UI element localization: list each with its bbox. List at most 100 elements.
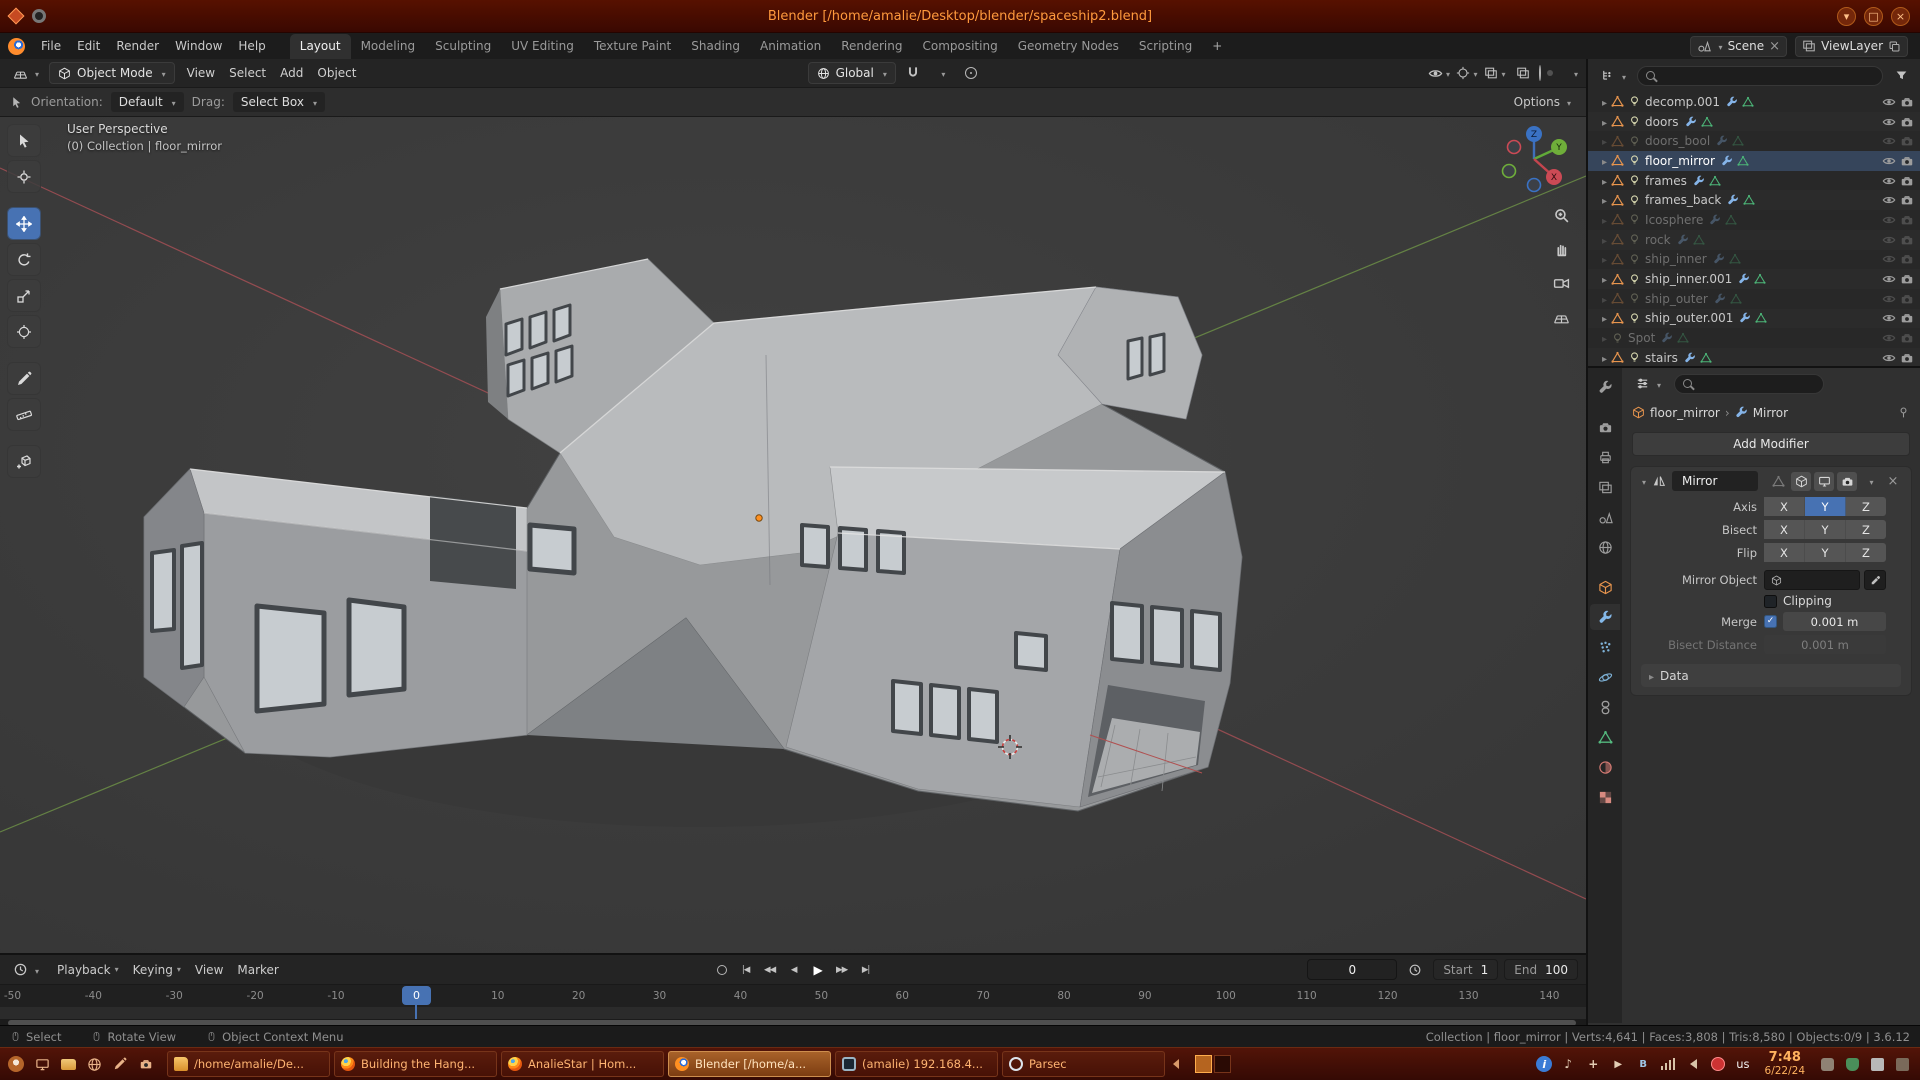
3d-viewport-canvas[interactable] [0, 117, 1586, 953]
object-name[interactable]: doors_bool [1645, 134, 1710, 148]
object-name[interactable]: Icosphere [1645, 213, 1703, 227]
properties-tab-output[interactable] [1590, 444, 1620, 470]
playhead-badge[interactable]: 0 [402, 986, 431, 1005]
transport-button[interactable]: ◀◀ [759, 960, 781, 980]
axis-toggle-button[interactable]: X [1764, 497, 1805, 516]
object-name[interactable]: decomp.001 [1645, 95, 1720, 109]
gizmo-negative-z-axis[interactable] [1528, 179, 1541, 192]
eyedropper-button[interactable] [1864, 570, 1886, 590]
workspace-tab[interactable]: Layout [290, 34, 351, 59]
taskbar-window-button[interactable]: (amalie) 192.168.4... [835, 1051, 998, 1077]
outliner-filter-button[interactable] [1889, 65, 1913, 87]
flip-toggle-button[interactable]: Y [1805, 543, 1846, 562]
music-tray-icon[interactable] [1559, 1055, 1577, 1073]
object-name[interactable]: ship_inner [1645, 252, 1707, 266]
expand-icon[interactable] [1602, 252, 1607, 266]
expand-icon[interactable] [1602, 351, 1607, 365]
add-workspace-button[interactable]: + [1204, 35, 1230, 57]
transport-button[interactable]: |◀ [735, 960, 757, 980]
trash-tray-icon[interactable] [1893, 1055, 1911, 1073]
options-dropdown[interactable]: Options [1509, 92, 1576, 112]
disable-in-render-toggle[interactable] [1900, 351, 1914, 365]
modifier-extras-button[interactable] [1860, 472, 1880, 491]
workspace-tab[interactable]: Geometry Nodes [1008, 34, 1129, 59]
timeline-track-area[interactable] [0, 1007, 1586, 1019]
preview-range-button[interactable] [1403, 959, 1427, 981]
expand-icon[interactable] [1602, 154, 1607, 168]
hide-in-viewport-toggle[interactable] [1882, 351, 1896, 365]
pan-button[interactable] [1549, 238, 1573, 260]
auto-keying-icon[interactable] [717, 965, 727, 975]
workspace-tab[interactable]: Sculpting [425, 34, 501, 59]
main-menu-item[interactable]: Edit [69, 35, 108, 57]
render-toggle[interactable] [1837, 472, 1857, 491]
gizmos-dropdown[interactable] [1455, 62, 1479, 84]
launcher-editor[interactable] [109, 1052, 131, 1076]
transform-orientation-dropdown[interactable]: Global [808, 62, 896, 84]
properties-tab-render[interactable] [1590, 414, 1620, 440]
properties-tab-material[interactable] [1590, 754, 1620, 780]
hide-in-viewport-toggle[interactable] [1882, 115, 1896, 129]
taskbar-window-button[interactable]: Blender [/home/a... [668, 1051, 831, 1077]
launcher-terminal[interactable] [31, 1052, 53, 1076]
playhead-line[interactable] [415, 1005, 417, 1019]
transport-button[interactable]: ▶▶ [831, 960, 853, 980]
taskbar-window-button[interactable]: Building the Hang... [334, 1051, 497, 1077]
object-name[interactable]: ship_outer.001 [1645, 311, 1733, 325]
workspace-tab[interactable]: Shading [681, 34, 750, 59]
hide-in-viewport-toggle[interactable] [1882, 292, 1896, 306]
object-name[interactable]: stairs [1645, 351, 1678, 365]
main-menu-item[interactable]: Render [108, 35, 167, 57]
tool-rotate[interactable] [7, 243, 41, 276]
zoom-button[interactable] [1549, 204, 1573, 226]
outliner-row[interactable]: doors [1588, 112, 1920, 132]
object-name[interactable]: frames_back [1645, 193, 1721, 207]
main-menu-item[interactable]: Help [230, 35, 273, 57]
window-close-button[interactable]: × [1891, 7, 1910, 26]
outliner-row[interactable]: Icosphere [1588, 210, 1920, 230]
copy-icon[interactable] [1888, 40, 1901, 53]
expand-icon[interactable] [1602, 174, 1607, 188]
properties-tab-modifiers[interactable] [1590, 604, 1620, 630]
expand-icon[interactable] [1602, 95, 1607, 109]
transport-button[interactable]: ▶ [807, 960, 829, 980]
object-name[interactable]: rock [1645, 233, 1671, 247]
hide-in-viewport-toggle[interactable] [1882, 272, 1896, 286]
launcher-files[interactable] [57, 1052, 79, 1076]
object-name[interactable]: floor_mirror [1645, 154, 1715, 168]
navigation-gizmo[interactable]: Z Y X [1496, 121, 1572, 197]
shading-wireframe-button[interactable] [1539, 66, 1541, 80]
outliner-row[interactable]: stairs [1588, 348, 1920, 366]
clipboard-manager-tray-icon[interactable] [1868, 1055, 1886, 1073]
merge-threshold-field[interactable]: 0.001 m [1783, 612, 1886, 631]
object-name[interactable]: doors [1645, 115, 1679, 129]
hide-in-viewport-toggle[interactable] [1882, 95, 1896, 109]
unlink-scene-icon[interactable] [1769, 39, 1780, 53]
expand-icon[interactable] [1602, 134, 1607, 148]
object-name[interactable]: ship_outer [1645, 292, 1708, 306]
info-tray-icon[interactable]: i [1536, 1056, 1552, 1072]
disable-in-render-toggle[interactable] [1900, 154, 1914, 168]
expand-icon[interactable] [1602, 311, 1607, 325]
timeline-ruler[interactable]: -50-40-30-20-100102030405060708090100110… [0, 985, 1586, 1007]
hide-in-viewport-toggle[interactable] [1882, 311, 1896, 325]
properties-tab-constraints[interactable] [1590, 694, 1620, 720]
notification-tray-icon[interactable] [1709, 1055, 1727, 1073]
outliner-editor-type-button[interactable] [1595, 65, 1631, 86]
workspace-pager[interactable] [1195, 1055, 1231, 1073]
workspace-cell[interactable] [1214, 1055, 1231, 1073]
viewlayer-selector[interactable]: ViewLayer [1795, 36, 1908, 57]
axis-toggle-button[interactable]: Z [1846, 497, 1886, 516]
delete-modifier-button[interactable] [1883, 472, 1903, 491]
bluetooth-tray-icon[interactable] [1634, 1055, 1652, 1073]
main-menu-item[interactable]: File [33, 35, 69, 57]
expand-icon[interactable] [1602, 233, 1607, 247]
disable-in-render-toggle[interactable] [1900, 233, 1914, 247]
window-maximize-button[interactable]: □ [1864, 7, 1883, 26]
outliner-search-input[interactable] [1637, 66, 1883, 86]
timeline-editor-type-button[interactable] [8, 959, 44, 980]
drag-setting-dropdown[interactable]: Select Box [233, 92, 325, 112]
applications-menu-button[interactable] [5, 1052, 27, 1076]
realtime-toggle[interactable] [1814, 472, 1834, 491]
outliner-row[interactable]: ship_outer [1588, 289, 1920, 309]
